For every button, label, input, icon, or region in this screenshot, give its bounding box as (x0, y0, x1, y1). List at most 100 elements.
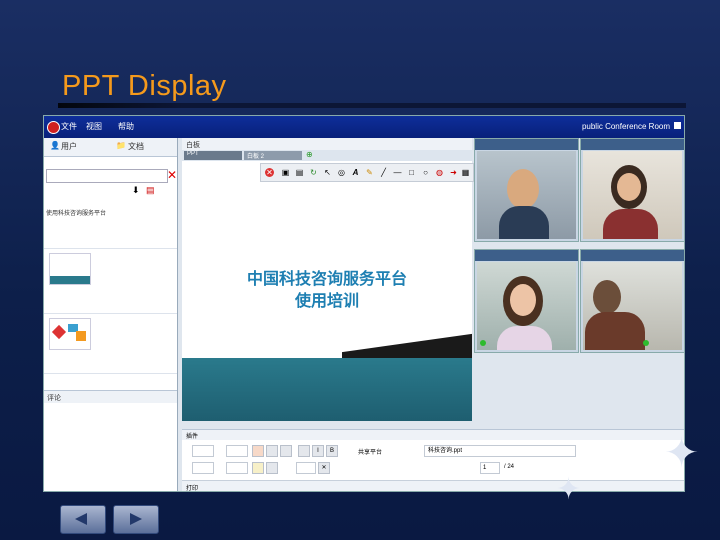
arrow-left-icon (75, 513, 87, 525)
line-icon[interactable]: ╱ (379, 168, 388, 177)
export-icon[interactable]: ▤ (295, 168, 304, 177)
slide-decor-band (182, 358, 472, 421)
control-header-label: 插件 (186, 434, 199, 440)
video-pane[interactable] (474, 249, 579, 353)
document-header-label: 白板 (186, 142, 200, 149)
document-viewer: 白板 PPT 白板 2 ⊕ ✕ ▣ ▤ ↻ ↖ ◎ A ✎ ╱ — □ ○ ◍ … (182, 138, 474, 421)
pointer-icon[interactable]: ↖ (323, 168, 332, 177)
bold-button[interactable]: B (326, 445, 338, 457)
hline-icon[interactable]: — (393, 168, 402, 177)
italic-button[interactable]: I (312, 445, 324, 457)
folder-icon: 📁 (116, 141, 126, 150)
control-panel: 插件 I B ✕ 共享平台 科技咨询.ppt 1 / 24 打印 (182, 429, 684, 492)
line-width-select[interactable] (192, 462, 214, 474)
close-icon[interactable] (674, 122, 681, 129)
eraser-icon[interactable]: ◍ (435, 168, 444, 177)
document-tabs: PPT 白板 2 ⊕ (182, 150, 472, 161)
tab-ppt-label: PPT (187, 151, 199, 157)
drawing-toolbar: ✕ ▣ ▤ ↻ ↖ ◎ A ✎ ╱ — □ ○ ◍ ➜ ▦ (260, 163, 474, 182)
left-footer: 评论 (44, 390, 177, 403)
video-feed (583, 151, 682, 239)
control-footer: 打印 (182, 480, 684, 492)
mic-status-icon (643, 340, 649, 346)
tab-whiteboard-label: 白板 2 (247, 154, 265, 160)
share-label: 共享平台 (358, 450, 383, 456)
list-item[interactable]: 使用科技咨询服务平台 (44, 198, 177, 249)
slide-title: PPT Display (62, 70, 227, 102)
slide-thumbnail (49, 318, 91, 350)
tab-users[interactable]: 用户 (61, 141, 77, 152)
size-select[interactable] (226, 445, 248, 457)
save-icon[interactable]: ▣ (281, 168, 290, 177)
app-screenshot: 文件 视图 帮助 public Conference Room 👤 用户 📁 文… (43, 115, 685, 492)
more-icon[interactable]: ▦ (461, 168, 470, 177)
stop-icon[interactable]: ✕ (265, 168, 274, 177)
video-feed (477, 151, 576, 239)
fill-button[interactable] (266, 445, 278, 457)
control-footer-label: 打印 (186, 486, 199, 492)
page-total: / 24 (504, 464, 515, 470)
star-decoration-icon: ✦ (556, 473, 582, 506)
control-header: 插件 (182, 430, 684, 440)
pencil-icon[interactable]: ✎ (365, 168, 374, 177)
menu-file[interactable]: 文件 (61, 121, 77, 132)
menu-help[interactable]: 帮助 (118, 121, 134, 132)
tab-documents[interactable]: 文档 (128, 141, 144, 152)
video-pane[interactable] (580, 138, 684, 242)
video-feed (583, 262, 682, 350)
arrow-icon[interactable]: ➜ (449, 168, 458, 177)
tab-ppt[interactable]: PPT (184, 151, 242, 160)
document-search-input[interactable] (46, 169, 168, 183)
user-icon: 👤 (50, 141, 60, 150)
tab-whiteboard[interactable]: 白板 2 (244, 151, 302, 160)
left-tabs: 👤 用户 📁 文档 (44, 138, 177, 157)
text-icon[interactable]: A (351, 168, 360, 177)
app-logo-icon (47, 121, 60, 134)
star-decoration-icon: ✦ (664, 429, 700, 476)
clear-button[interactable]: ✕ (318, 462, 330, 474)
slide-heading-line2: 使用培训 (294, 291, 359, 310)
shape-button[interactable] (266, 462, 278, 474)
add-tab-icon[interactable]: ⊕ (306, 150, 313, 159)
left-panel: 👤 用户 📁 文档 ✕ ⬇ ▤ 使用科技咨询服务平台 评论 (44, 138, 178, 491)
line-style-select[interactable] (226, 462, 248, 474)
pdf-icon[interactable]: ▤ (146, 185, 155, 196)
list-item[interactable] (44, 313, 177, 374)
list-item[interactable] (44, 248, 177, 314)
download-icon[interactable]: ⬇ (132, 185, 140, 196)
video-pane[interactable] (474, 138, 579, 242)
file-value: 科技咨询.ppt (428, 448, 463, 454)
next-slide-button[interactable] (113, 505, 159, 534)
title-underline (58, 103, 686, 108)
page-input[interactable]: 1 (480, 462, 500, 474)
option-button[interactable] (298, 445, 310, 457)
video-feed (477, 262, 576, 350)
rect-icon[interactable]: □ (407, 168, 416, 177)
previous-slide-button[interactable] (60, 505, 106, 534)
file-select[interactable]: 科技咨询.ppt (424, 445, 576, 457)
doc-item-label: 使用科技咨询服务平台 (46, 211, 107, 217)
room-title: public Conference Room (581, 122, 670, 131)
zoom-select[interactable] (296, 462, 316, 474)
slide-thumbnail (49, 253, 91, 285)
lasso-icon[interactable]: ◎ (337, 168, 346, 177)
refresh-icon[interactable]: ↻ (309, 168, 318, 177)
clear-icon[interactable]: ✕ (167, 168, 177, 182)
arrow-right-icon (130, 513, 142, 525)
mic-status-icon (480, 340, 486, 346)
video-header (581, 250, 684, 261)
ellipse-icon[interactable]: ○ (421, 168, 430, 177)
video-pane[interactable] (580, 249, 684, 353)
slide-canvas: 中国科技咨询服务平台 使用培训 (182, 183, 472, 421)
video-header (581, 139, 684, 150)
highlight-picker[interactable] (252, 462, 264, 474)
document-header: 白板 (182, 138, 472, 150)
font-select[interactable] (192, 445, 214, 457)
menu-view[interactable]: 视图 (86, 121, 102, 132)
slide-heading-line1: 中国科技咨询服务平台 (246, 269, 407, 288)
page-value: 1 (483, 465, 487, 471)
color-picker[interactable] (252, 445, 264, 457)
footer-label: 评论 (47, 395, 61, 402)
video-header (475, 250, 578, 261)
stroke-button[interactable] (280, 445, 292, 457)
